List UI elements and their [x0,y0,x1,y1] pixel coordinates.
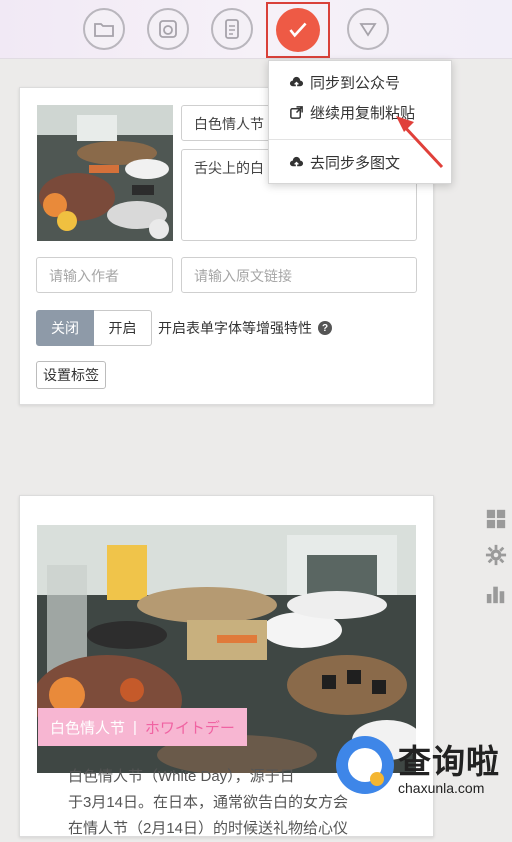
enhance-toggle: 关闭 开启 [36,310,152,346]
menu-item-sync-to-official-account[interactable]: 同步到公众号 [289,71,400,93]
food-photo-icon [37,105,173,241]
top-toolbar [0,0,512,59]
watermark-url: chaxunla.com [398,780,485,796]
folder-icon [94,23,114,37]
cover-thumbnail[interactable] [37,105,173,241]
triangle-down-icon [359,23,377,37]
toggle-off-button[interactable]: 关闭 [36,310,94,346]
grid-icon [486,509,506,529]
annotation-arrow-icon [396,116,444,169]
preview-title-jp: ホワイトデー [144,719,235,737]
cloud-upload-icon [289,76,304,87]
preview-title-band: 白色情人节 | ホワイトデー [38,708,247,746]
toggle-on-button[interactable]: 开启 [94,310,152,346]
bar-chart-icon [486,586,505,604]
watermark-q-icon [336,736,394,794]
menu-item-label: 同步到公众号 [310,74,401,92]
stats-button[interactable] [484,582,508,606]
watermark-logo: 查询啦 chaxunla.com [334,733,512,803]
settings-button[interactable] [484,543,508,567]
grid-button[interactable] [484,507,508,531]
author-input[interactable]: 请输入作者 [36,257,173,293]
folder-button[interactable] [83,8,125,50]
help-icon[interactable]: ? [318,321,332,335]
external-link-icon [290,105,303,119]
clipboard-button[interactable] [211,8,253,50]
cloud-upload-icon [289,156,304,167]
sync-button[interactable] [276,8,320,52]
menu-item-label: 去同步多图文 [310,154,401,172]
preview-body-line: 在情人节（2月14日）的时候送礼物给心仪 [68,820,349,837]
source-link-input[interactable]: 请输入原文链接 [181,257,417,293]
more-button[interactable] [347,8,389,50]
camera-button[interactable] [147,8,189,50]
preview-title-separator: | [133,718,137,736]
toggle-description-text: 开启表单字体等增强特性 [158,320,312,336]
camera-icon [159,20,177,38]
preview-title: 白色情人节 [50,719,126,737]
menu-item-sync-multi-article[interactable]: 去同步多图文 [289,151,400,173]
clipboard-icon [225,19,239,39]
set-tags-button[interactable]: 设置标签 [36,361,106,389]
watermark-title: 查询啦 [398,743,500,780]
check-icon [289,22,307,38]
gear-icon [485,544,507,566]
toggle-description: 开启表单字体等增强特性 ? [158,318,332,338]
